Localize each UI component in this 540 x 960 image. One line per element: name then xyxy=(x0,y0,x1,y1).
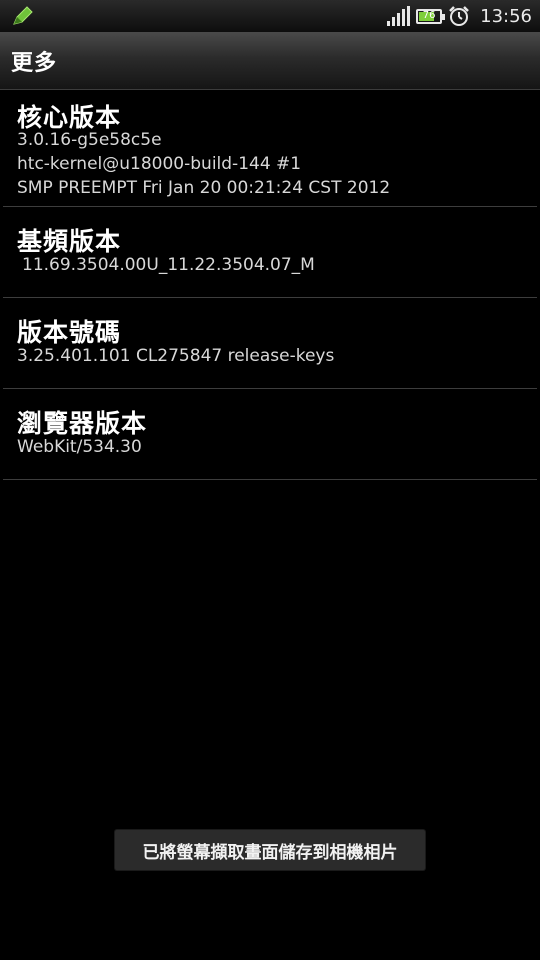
list-item-kernel-version[interactable]: 核心版本 3.0.16-g5e58c5e htc-kernel@u18000-b… xyxy=(3,90,537,207)
kernel-version-line: SMP PREEMPT Fri Jan 20 00:21:24 CST 2012 xyxy=(17,178,391,198)
battery-icon: 76 xyxy=(416,8,446,24)
list-item-baseband-version[interactable]: 基頻版本 11.69.3504.00U_11.22.3504.07_M xyxy=(3,207,537,298)
page-title: 更多 xyxy=(11,51,58,76)
alarm-clock-icon xyxy=(448,5,470,27)
browser-version-value: WebKit/534.30 xyxy=(17,435,142,459)
pencil-notification-icon[interactable] xyxy=(12,6,34,26)
baseband-version-line: 11.69.3504.00U_11.22.3504.07_M xyxy=(22,255,315,275)
kernel-version-line: 3.0.16-g5e58c5e xyxy=(17,130,162,150)
browser-version-line: WebKit/534.30 xyxy=(17,437,142,457)
toast-message: 已將螢幕擷取畫面儲存到相機相片 xyxy=(142,842,398,863)
build-number-line: 3.25.401.101 CL275847 release-keys xyxy=(17,346,335,366)
kernel-version-line: htc-kernel@u18000-build-144 #1 xyxy=(17,154,302,174)
signal-bars-icon xyxy=(387,6,411,26)
status-time: 13:56 xyxy=(480,5,532,27)
kernel-version-value: 3.0.16-g5e58c5e htc-kernel@u18000-build-… xyxy=(17,128,390,200)
status-bar: 76 13:56 xyxy=(0,0,540,32)
build-number-value: 3.25.401.101 CL275847 release-keys xyxy=(17,344,334,368)
battery-level: 76 xyxy=(422,10,436,21)
info-list: 核心版本 3.0.16-g5e58c5e htc-kernel@u18000-b… xyxy=(0,90,540,480)
title-bar: 更多 xyxy=(0,32,540,90)
list-item-build-number[interactable]: 版本號碼 3.25.401.101 CL275847 release-keys xyxy=(3,298,537,389)
screenshot-saved-toast: 已將螢幕擷取畫面儲存到相機相片 xyxy=(115,830,425,870)
baseband-version-value: 11.69.3504.00U_11.22.3504.07_M xyxy=(22,253,315,277)
list-item-browser-version[interactable]: 瀏覽器版本 WebKit/534.30 xyxy=(3,389,537,480)
status-icons: 76 13:56 xyxy=(387,0,532,32)
